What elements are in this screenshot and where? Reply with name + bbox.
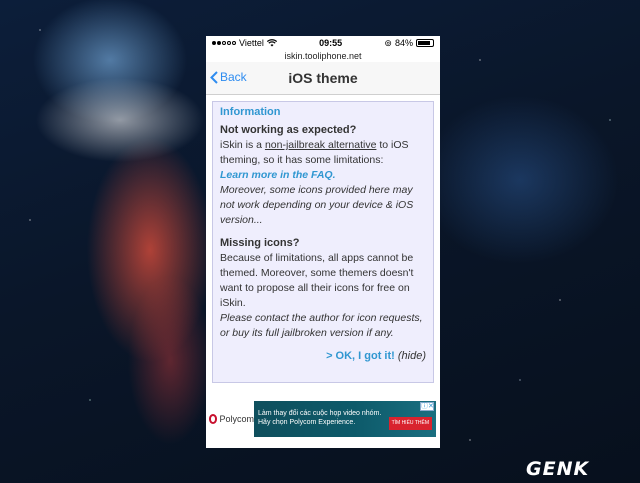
polycom-logo-icon bbox=[209, 414, 218, 424]
section-text-missing-icons: Because of limitations, all apps cannot … bbox=[220, 252, 414, 309]
text-fragment: iSkin is a bbox=[220, 139, 265, 151]
section-heading-missing-icons: Missing icons? bbox=[220, 237, 300, 249]
ad-close-icon[interactable]: ⓘ✕ bbox=[420, 402, 434, 411]
back-button[interactable]: Back bbox=[210, 70, 247, 84]
section-note-device: Moreover, some icons provided here may n… bbox=[220, 184, 414, 226]
rotation-lock-icon: ⊚ bbox=[384, 37, 392, 48]
status-bar: Viettel 09:55 ⊚ 84% bbox=[206, 36, 440, 50]
clock: 09:55 bbox=[319, 38, 343, 48]
chevron-left-icon bbox=[210, 70, 218, 84]
battery-icon bbox=[415, 39, 434, 47]
section-text-not-working: iSkin is a non-jailbreak alternative to … bbox=[220, 138, 426, 168]
signal-strength-icon bbox=[212, 41, 236, 45]
navigation-bar: Back iOS theme bbox=[206, 62, 440, 95]
back-label: Back bbox=[220, 70, 247, 84]
ad-banner[interactable]: Polycom Làm thay đổi các cuộc họp video … bbox=[206, 400, 440, 438]
faq-link[interactable]: Learn more in the FAQ. bbox=[220, 168, 426, 183]
battery-percent: 84% bbox=[394, 38, 413, 48]
section-heading-not-working: Not working as expected? bbox=[220, 124, 357, 136]
address-url[interactable]: iskin.tooliphone.net bbox=[206, 50, 440, 62]
dismiss-row: > OK, I got it! (hide) bbox=[220, 350, 426, 362]
hide-link[interactable]: (hide) bbox=[398, 350, 426, 362]
info-title: Information bbox=[220, 106, 281, 118]
carrier-name: Viettel bbox=[239, 38, 264, 48]
wifi-icon bbox=[266, 39, 277, 47]
section-note-contact: Please contact the author for icon reque… bbox=[220, 312, 423, 339]
ad-brand-name: Polycom bbox=[219, 414, 254, 424]
phone-screen: Viettel 09:55 ⊚ 84% iskin.tooliphone.net… bbox=[206, 36, 440, 448]
genk-watermark-logo: GENK bbox=[526, 458, 590, 480]
information-panel: Information Not working as expected? iSk… bbox=[212, 101, 434, 383]
main-content: Information Not working as expected? iSk… bbox=[206, 95, 440, 383]
ok-got-it-link[interactable]: > OK, I got it! bbox=[326, 350, 395, 362]
non-jailbreak-link[interactable]: non-jailbreak alternative bbox=[265, 139, 376, 151]
ad-brand-logo: Polycom bbox=[206, 414, 254, 424]
ad-creative[interactable]: Làm thay đổi các cuộc họp video nhóm. Hã… bbox=[254, 401, 436, 437]
ad-cta-button[interactable]: TÌM HIỂU THÊM bbox=[388, 417, 432, 430]
